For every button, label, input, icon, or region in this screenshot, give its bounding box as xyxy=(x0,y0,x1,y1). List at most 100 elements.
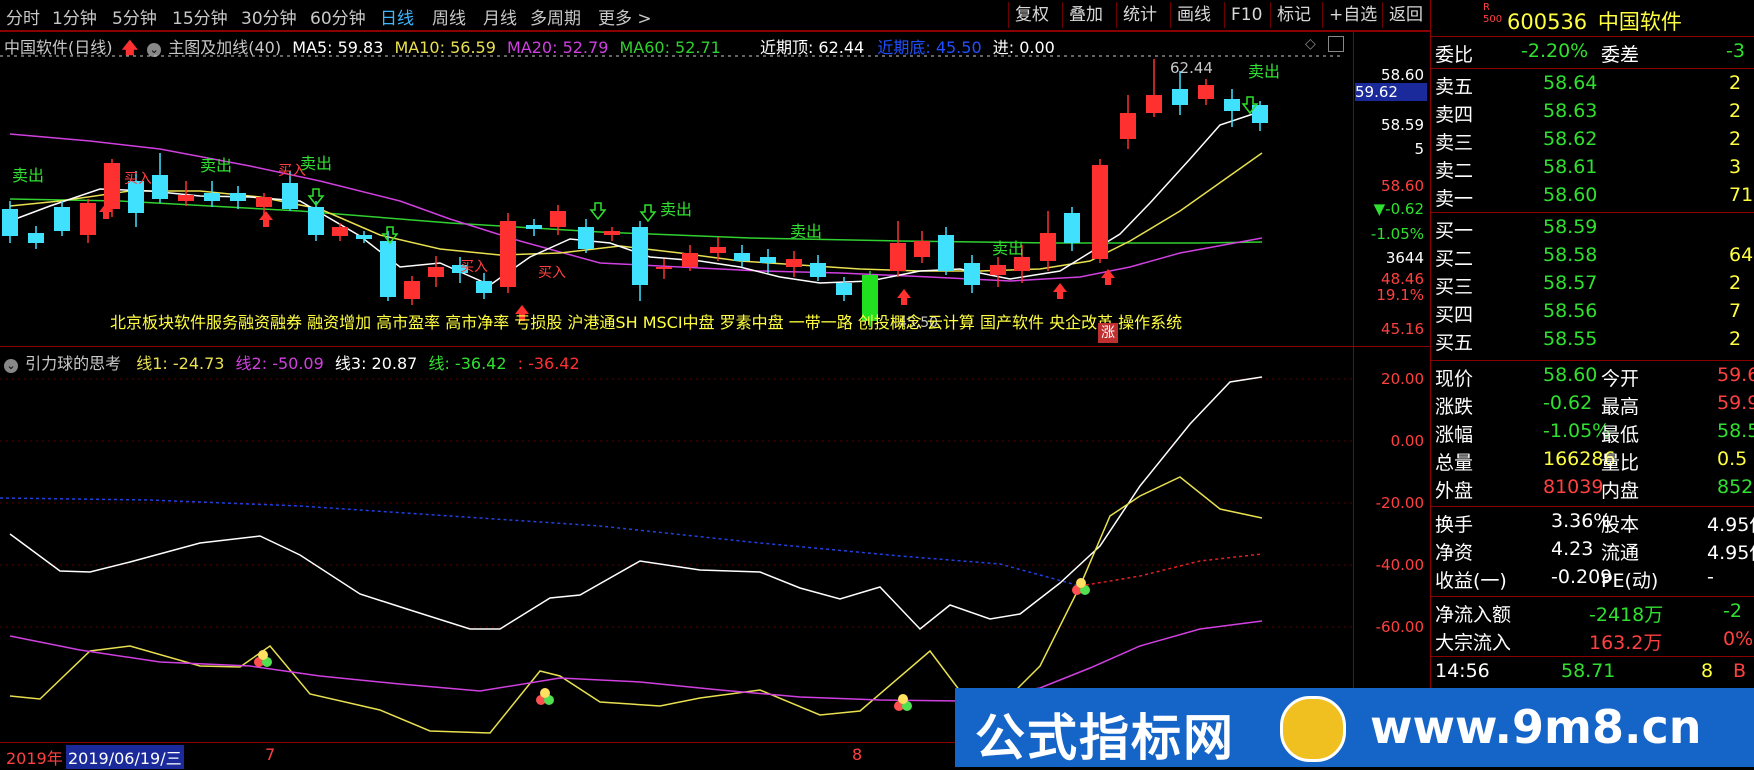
stat-row[interactable]: 涨幅 -1.05% 最低 58.5 xyxy=(1431,420,1754,448)
flow-row[interactable]: 大宗流入 163.2万 0% xyxy=(1431,628,1754,656)
statistics-button[interactable]: 统计 xyxy=(1116,2,1163,28)
bid-level-row[interactable]: 买三 58.57 2 xyxy=(1431,272,1754,300)
separator xyxy=(1431,36,1754,37)
sell-signal-1: 卖出 xyxy=(12,166,45,185)
stat-label: 内盘 xyxy=(1601,480,1640,502)
mark-button[interactable]: 标记 xyxy=(1270,2,1317,28)
peak-price-label: 62.44 xyxy=(1170,59,1213,77)
blue-dashed-line xyxy=(0,497,1081,587)
buy-signal-4: 买入 xyxy=(538,265,566,281)
stat-row[interactable]: 现价 58.60 今开 59.6 xyxy=(1431,364,1754,392)
separator xyxy=(1431,506,1754,507)
draw-line-button[interactable]: 画线 xyxy=(1170,2,1217,28)
sub-axis-label-m40: -40.00 xyxy=(1375,556,1424,574)
flow-row[interactable]: 净流入额 -2418万 -2 xyxy=(1431,600,1754,628)
overlay-button[interactable]: 叠加 xyxy=(1062,2,1109,28)
candle-body xyxy=(890,243,906,271)
bid-price: 58.58 xyxy=(1543,244,1598,266)
buy-signal-2: 买入 xyxy=(278,163,306,179)
candle-body xyxy=(710,247,726,253)
candle-body xyxy=(428,267,444,277)
bid-level-row[interactable]: 买四 58.56 7 xyxy=(1431,300,1754,328)
stock-name: 中国软件 xyxy=(1597,10,1682,34)
candle-body xyxy=(1040,233,1056,261)
period-tab-weekly[interactable]: 周线 xyxy=(432,4,466,29)
stat-label: 外盘 xyxy=(1435,480,1474,502)
ask-label: 卖五 xyxy=(1435,76,1474,98)
candle-body xyxy=(356,235,372,239)
stat-value: 81039 xyxy=(1543,476,1604,498)
ask-volume: 3 xyxy=(1729,156,1742,178)
period-tab-daily[interactable]: 日线 xyxy=(380,4,414,29)
ask-level-row[interactable]: 卖二 58.61 3 xyxy=(1431,156,1754,184)
candle-body xyxy=(1014,257,1030,271)
stat-row[interactable]: 收益(一) -0.209 PE(动) - xyxy=(1431,566,1754,594)
ask-level-row[interactable]: 卖三 58.62 2 xyxy=(1431,128,1754,156)
axis-label-3: 58.59 xyxy=(1381,116,1424,134)
stat-row[interactable]: 换手3.36%股本4.95亿 xyxy=(1431,510,1754,538)
gravity-ball-icon xyxy=(536,688,554,705)
bid-label: 买三 xyxy=(1435,276,1474,298)
ask-level-row[interactable]: 卖五 58.64 2 xyxy=(1431,72,1754,100)
period-tab-60min[interactable]: 60分钟 xyxy=(310,4,366,29)
candle-body xyxy=(204,193,220,201)
flow-value: 0% xyxy=(1723,628,1754,650)
watermark-url: www.9m8.cn xyxy=(1370,700,1702,754)
ask-level-row[interactable]: 卖四 58.63 2 xyxy=(1431,100,1754,128)
stat-value: -0.62 xyxy=(1543,392,1593,414)
stat-label: 最高 xyxy=(1601,396,1640,418)
axis-label-5: 58.60 xyxy=(1381,177,1424,195)
sell-signal-2: 卖出 xyxy=(200,156,233,175)
axis-label-4: 5 xyxy=(1414,140,1424,158)
bid-volume: 64 xyxy=(1729,244,1754,266)
period-tab-multi[interactable]: 多周期 xyxy=(530,4,581,29)
bid-label: 买四 xyxy=(1435,304,1474,326)
candle-body xyxy=(1092,165,1108,259)
stat-row[interactable]: 净资 4.23 流通 4.95亿 xyxy=(1431,538,1754,566)
bid-level-row[interactable]: 买二 58.58 64 xyxy=(1431,244,1754,272)
candle-body xyxy=(500,221,516,287)
candle-body xyxy=(54,207,70,231)
candle-body xyxy=(152,175,168,199)
period-tab-30min[interactable]: 30分钟 xyxy=(241,4,297,29)
ask-label: 卖四 xyxy=(1435,104,1474,126)
stat-row[interactable]: 外盘 81039内盘 8524 xyxy=(1431,476,1754,504)
f10-button[interactable]: F10 xyxy=(1224,2,1268,28)
bid-level-row[interactable]: 买五 58.55 2 xyxy=(1431,328,1754,356)
candle-body xyxy=(380,241,396,297)
bid-level-row[interactable]: 买一 58.59 xyxy=(1431,216,1754,244)
bid-price: 58.55 xyxy=(1543,328,1598,350)
period-tab-1min[interactable]: 1分钟 xyxy=(52,4,97,29)
period-tab-15min[interactable]: 15分钟 xyxy=(172,4,228,29)
buy-arrow-icon xyxy=(1053,283,1067,299)
candle-body xyxy=(1064,213,1080,243)
stat-value: 58.5 xyxy=(1717,420,1754,442)
period-tab-5min[interactable]: 5分钟 xyxy=(112,4,157,29)
bid-volume: 7 xyxy=(1729,300,1742,322)
candle-body xyxy=(178,195,194,201)
period-tab-monthly[interactable]: 月线 xyxy=(483,4,517,29)
candle-body xyxy=(104,163,120,209)
fuquan-button[interactable]: 复权 xyxy=(1008,2,1055,28)
weicha-value: -3 xyxy=(1726,40,1745,62)
stat-label: 总量 xyxy=(1435,452,1474,474)
candle-body xyxy=(578,227,594,249)
sub-axis-label-0: 0.00 xyxy=(1390,432,1424,450)
period-tab-fenshi[interactable]: 分时 xyxy=(6,4,40,29)
axis-label-8: 3644 xyxy=(1385,249,1424,267)
buy-arrow-icon xyxy=(1101,269,1115,285)
buy-arrow-icon xyxy=(897,289,911,305)
stat-row[interactable]: 涨跌 -0.62 最高 59.9 xyxy=(1431,392,1754,420)
back-button[interactable]: 返回 xyxy=(1382,2,1429,28)
gravity-ball-icon xyxy=(254,650,272,667)
rise-badge: 涨 xyxy=(1098,323,1118,343)
period-tab-more[interactable]: 更多 > xyxy=(598,4,652,29)
tick-row: 14:56 58.71 8 B xyxy=(1431,660,1754,688)
candle-body xyxy=(682,253,698,267)
candle-body xyxy=(1120,113,1136,139)
separator xyxy=(1431,212,1754,213)
separator xyxy=(1431,360,1754,361)
add-watchlist-button[interactable]: +自选 xyxy=(1322,2,1383,28)
stat-row[interactable]: 总量 166286 量比 0.5 xyxy=(1431,448,1754,476)
ask-level-row[interactable]: 卖一 58.60 71 xyxy=(1431,184,1754,212)
